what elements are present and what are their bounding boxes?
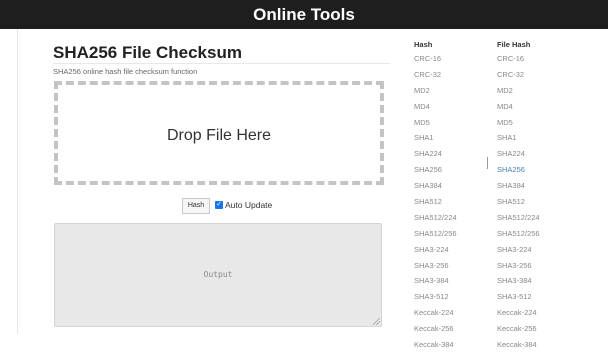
file-drop-zone[interactable]: Drop File Here <box>54 81 384 185</box>
top-bar: Online Tools <box>0 0 608 29</box>
file-hash-heading: File Hash <box>497 40 531 49</box>
hash-menu-item-link[interactable]: SHA512 <box>414 197 457 213</box>
file-hash-menu-item-link[interactable]: CRC-32 <box>497 70 540 86</box>
file-hash-menu-item-link[interactable]: SHA512/256 <box>497 229 540 245</box>
file-hash-menu-item-link[interactable]: SHA3-224 <box>497 245 540 261</box>
auto-update-checkbox[interactable]: ✓ <box>215 201 223 209</box>
hash-menu-item-link[interactable]: SHA512/224 <box>414 213 457 229</box>
file-hash-menu-item-link[interactable]: SHA512 <box>497 197 540 213</box>
file-hash-menu-item-link[interactable]: MD4 <box>497 102 540 118</box>
hash-menu-item-link[interactable]: SHA3-224 <box>414 245 457 261</box>
hash-menu-item-link[interactable]: Keccak-384 <box>414 340 457 356</box>
hash-heading: Hash <box>414 40 433 49</box>
file-hash-menu-item-link[interactable]: CRC-16 <box>497 54 540 70</box>
hash-menu: Hash CRC-16 CRC-32 MD2 MD4 MD5 SHA1 SHA224 SHA2… <box>414 40 457 356</box>
file-hash-menu: File Hash CRC-16 CRC-32 MD2 MD4 MD5 SHA1 SHA22… <box>497 40 540 356</box>
output-placeholder: Output <box>203 270 233 279</box>
hash-menu-item-link[interactable]: CRC-16 <box>414 54 457 70</box>
hash-menu-item-link[interactable]: SHA3-256 <box>414 261 457 277</box>
file-hash-menu-item-link[interactable]: SHA384 <box>497 181 540 197</box>
active-item-marker <box>487 157 488 169</box>
file-hash-menu-item-link[interactable]: SHA3-512 <box>497 292 540 308</box>
file-hash-menu-item-link[interactable]: SHA3-384 <box>497 276 540 292</box>
file-hash-menu-item-link[interactable]: SHA1 <box>497 133 540 149</box>
file-hash-menu-item-link[interactable]: Keccak-224 <box>497 308 540 324</box>
hash-menu-item-link[interactable]: Keccak-224 <box>414 308 457 324</box>
hash-menu-item-link[interactable]: SHA3-384 <box>414 276 457 292</box>
file-hash-menu-item-link[interactable]: SHA512/224 <box>497 213 540 229</box>
drop-zone-label: Drop File Here <box>166 127 272 144</box>
hash-menu-item-link[interactable]: Keccak-256 <box>414 324 457 340</box>
hash-button[interactable]: Hash <box>182 198 210 214</box>
resize-grip-icon[interactable] <box>373 318 380 325</box>
hash-menu-item-link[interactable]: SHA384 <box>414 181 457 197</box>
file-hash-menu-item-link[interactable]: Keccak-256 <box>497 324 540 340</box>
file-hash-menu-item-link[interactable]: Keccak-384 <box>497 340 540 356</box>
hash-menu-item-link[interactable]: SHA256 <box>414 165 457 181</box>
left-divider <box>17 29 18 334</box>
hash-menu-item-link[interactable]: SHA512/256 <box>414 229 457 245</box>
hash-menu-item-link[interactable]: MD2 <box>414 86 457 102</box>
file-hash-menu-item-link[interactable]: MD5 <box>497 118 540 134</box>
checkmark-icon: ✓ <box>216 201 222 208</box>
output-textarea[interactable]: Output <box>54 223 382 327</box>
hash-menu-item-link[interactable]: MD4 <box>414 102 457 118</box>
hash-menu-item-link[interactable]: SHA3-512 <box>414 292 457 308</box>
hash-menu-item-link[interactable]: SHA1 <box>414 133 457 149</box>
page-title: SHA256 File Checksum <box>53 43 242 62</box>
file-hash-menu-item-link[interactable]: SHA224 <box>497 149 540 165</box>
title-divider <box>53 63 390 64</box>
file-hash-menu-item-link[interactable]: MD2 <box>497 86 540 102</box>
hash-menu-item-link[interactable]: SHA224 <box>414 149 457 165</box>
site-title[interactable]: Online Tools <box>0 6 608 24</box>
auto-update-toggle[interactable]: ✓ Auto Update <box>215 199 272 211</box>
file-hash-menu-item-link[interactable]: SHA3-256 <box>497 261 540 277</box>
hash-menu-item-link[interactable]: MD5 <box>414 118 457 134</box>
hash-menu-item-link[interactable]: CRC-32 <box>414 70 457 86</box>
auto-update-label: Auto Update <box>225 200 273 210</box>
file-hash-menu-item-link[interactable]: SHA256 <box>497 165 540 181</box>
page-subtitle: SHA256 online hash file checksum functio… <box>53 67 198 76</box>
